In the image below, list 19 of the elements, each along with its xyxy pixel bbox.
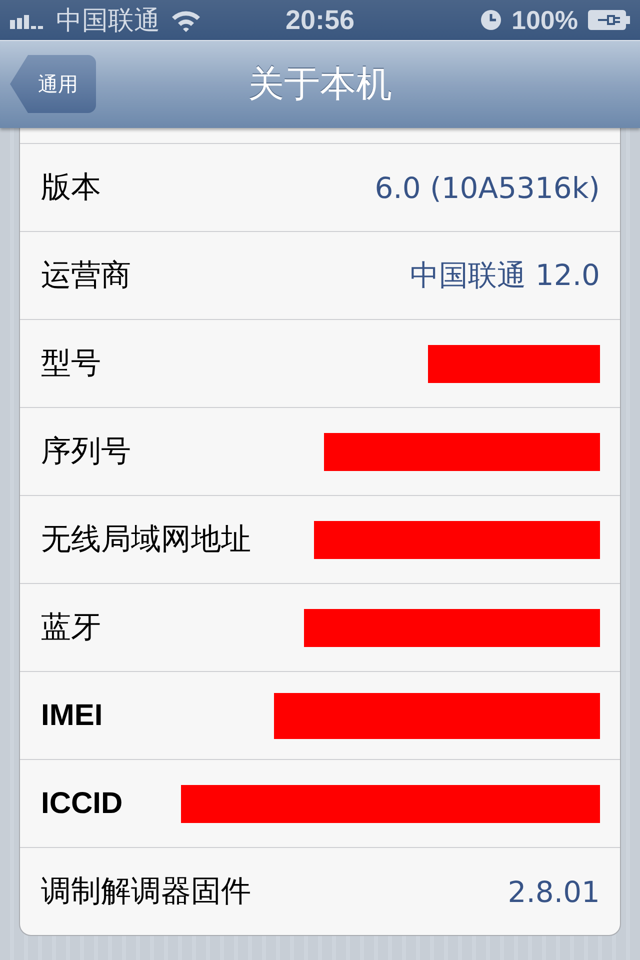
carrier-name: 中国联通 [56,4,160,38]
row-label: IMEI [41,698,103,732]
alarm-clock-icon [480,9,502,31]
row-label: 无线局域网地址 [41,521,251,559]
clock-time: 20:56 [285,4,355,36]
row-label: 调制解调器固件 [41,873,251,911]
row-label: 版本 [41,169,101,207]
row-value: 中国联通 12.0 [410,256,600,294]
row-value: 2.8.01 [508,874,600,908]
page-title: 关于本机 [248,63,392,107]
row-label: 型号 [41,345,101,383]
row-value: 6.0 (10A5316k) [374,170,600,204]
row-label: 序列号 [41,433,131,471]
battery-charging-icon [588,10,630,30]
battery-percent: 100% [512,4,578,36]
row-label: ICCID [41,786,123,820]
row-label: 蓝牙 [41,609,101,647]
row-label: 运营商 [41,257,131,295]
back-button[interactable]: 通用 [10,55,96,113]
